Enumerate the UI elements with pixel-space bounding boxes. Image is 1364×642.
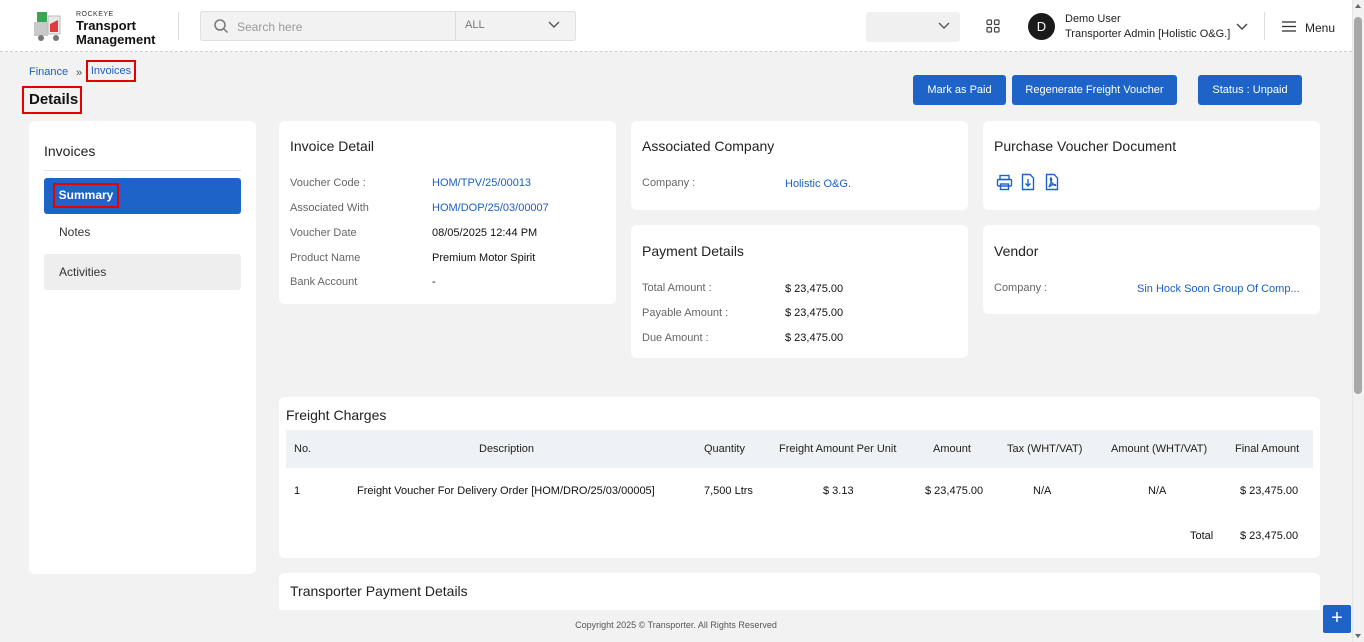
due-amount-value: $ 23,475.00 [785,332,844,344]
total-amount-label: Total Amount : [642,282,712,294]
chevron-down-icon[interactable] [1236,20,1248,34]
product-name-value: Premium Motor Spirit [432,252,536,264]
cell-amount: $ 23,475.00 [925,485,984,497]
scroll-thumb[interactable] [1354,17,1362,394]
scroll-down-icon[interactable] [1355,634,1361,638]
total-label: Total [1190,530,1214,542]
hamburger-menu-icon[interactable] [1282,21,1296,35]
vendor-company-link[interactable]: Sin Hock Soon Group Of Comp... [1137,283,1300,295]
purchase-voucher-card [983,121,1320,210]
brand-name: ROCKEYE Transport Management [76,10,155,47]
brand-line-2: Management [76,32,156,47]
sidebar-divider [44,170,241,171]
pdf-icon[interactable] [1045,173,1059,194]
cell-description: Freight Voucher For Delivery Order [HOM/… [357,485,655,497]
bank-account-label: Bank Account [290,276,358,288]
brand-line-1: Transport [76,18,136,33]
transporter-payment-title: Transporter Payment Details [290,583,468,599]
cell-final-amount: $ 23,475.00 [1240,485,1299,497]
avatar[interactable]: D [1028,13,1055,40]
search-bar[interactable]: Search here ALL [200,11,576,41]
breadcrumb-separator: » [76,67,83,79]
sidebar-item-summary[interactable]: Summary [44,178,241,214]
header-divider [178,12,179,40]
column-header-freight-per-unit: Freight Amount Per Unit [779,443,897,455]
chevron-down-icon [938,22,950,29]
freight-table-header: No. Description Quantity Freight Amount … [286,430,1313,468]
sidebar-item-label: Summary [53,183,119,208]
download-icon[interactable] [1021,173,1035,194]
product-name-label: Product Name [290,252,361,264]
bank-account-value: - [432,276,436,288]
total-amount-value: $ 23,475.00 [785,283,844,295]
cell-tax: N/A [1033,485,1052,497]
vendor-title: Vendor [994,243,1039,259]
sidebar-item-activities[interactable]: Activities [44,254,241,290]
column-header-no: No. [294,443,312,455]
cell-quantity: 7,500 Ltrs [704,485,753,497]
apps-grid-icon[interactable] [986,19,1000,36]
due-amount-label: Due Amount : [642,332,709,344]
top-header: ROCKEYE Transport Management Search here… [0,0,1352,52]
cell-freight-per-unit: $ 3.13 [823,485,854,497]
payable-amount-value: $ 23,475.00 [785,307,844,319]
mark-as-paid-button[interactable]: Mark as Paid [913,75,1006,105]
user-name: Demo User [1065,13,1121,25]
footer-copyright: Copyright 2025 © Transporter. All Rights… [575,620,777,630]
associated-company-card [631,121,968,210]
column-header-tax: Tax (WHT/VAT) [1007,443,1083,455]
menu-label[interactable]: Menu [1305,21,1335,35]
invoice-detail-title: Invoice Detail [290,138,375,154]
chevron-down-icon [548,21,560,28]
voucher-date-label: Voucher Date [290,227,357,239]
payment-details-title: Payment Details [642,243,744,259]
search-icon [213,18,229,37]
cell-no: 1 [294,485,301,497]
freight-charges-card [279,397,1320,558]
column-header-amount-wht-vat: Amount (WHT/VAT) [1111,443,1208,455]
associated-with-link[interactable]: HOM/DOP/25/03/00007 [432,202,549,214]
scroll-up-icon[interactable] [1355,4,1361,8]
search-scope-value: ALL [465,19,485,31]
column-header-quantity: Quantity [704,443,745,455]
search-scope-select[interactable]: ALL [455,12,576,40]
breadcrumb-finance[interactable]: Finance [29,66,68,78]
regenerate-freight-voucher-button[interactable]: Regenerate Freight Voucher [1012,75,1177,105]
vertical-scrollbar[interactable] [1352,0,1364,642]
company-label: Company : [642,177,696,189]
app-logo[interactable] [32,10,68,44]
voucher-code-link[interactable]: HOM/TPV/25/00013 [432,177,531,189]
associated-company-link[interactable]: Holistic O&G. [785,178,851,190]
header-divider [1264,12,1265,40]
column-header-amount: Amount [933,443,971,455]
associated-company-title: Associated Company [642,138,775,154]
vendor-card [983,225,1320,314]
sidebar-title: Invoices [44,143,96,159]
page-title: Details [22,86,82,114]
breadcrumb-invoices[interactable]: Invoices [86,60,136,82]
total-value: $ 23,475.00 [1240,530,1299,542]
associated-with-label: Associated With [290,202,369,214]
print-icon[interactable] [996,174,1013,194]
payable-amount-label: Payable Amount : [642,307,729,319]
vendor-company-label: Company : [994,282,1048,294]
header-dropdown[interactable] [866,12,960,42]
cell-amount-wht-vat: N/A [1148,485,1167,497]
freight-charges-title: Freight Charges [286,407,387,423]
user-role: Transporter Admin [Holistic O&G.] [1065,28,1231,40]
add-button[interactable]: + [1323,605,1351,633]
status-badge[interactable]: Status : Unpaid [1198,75,1302,105]
sidebar-item-notes[interactable]: Notes [44,214,241,250]
voucher-code-label: Voucher Code : [290,177,366,189]
column-header-description: Description [479,443,535,455]
search-input[interactable]: Search here [237,20,302,34]
column-header-final-amount: Final Amount [1235,443,1300,455]
purchase-voucher-title: Purchase Voucher Document [994,138,1177,154]
user-info[interactable]: Demo User Transporter Admin [Holistic O&… [1065,12,1230,42]
voucher-date-value: 08/05/2025 12:44 PM [432,227,538,239]
